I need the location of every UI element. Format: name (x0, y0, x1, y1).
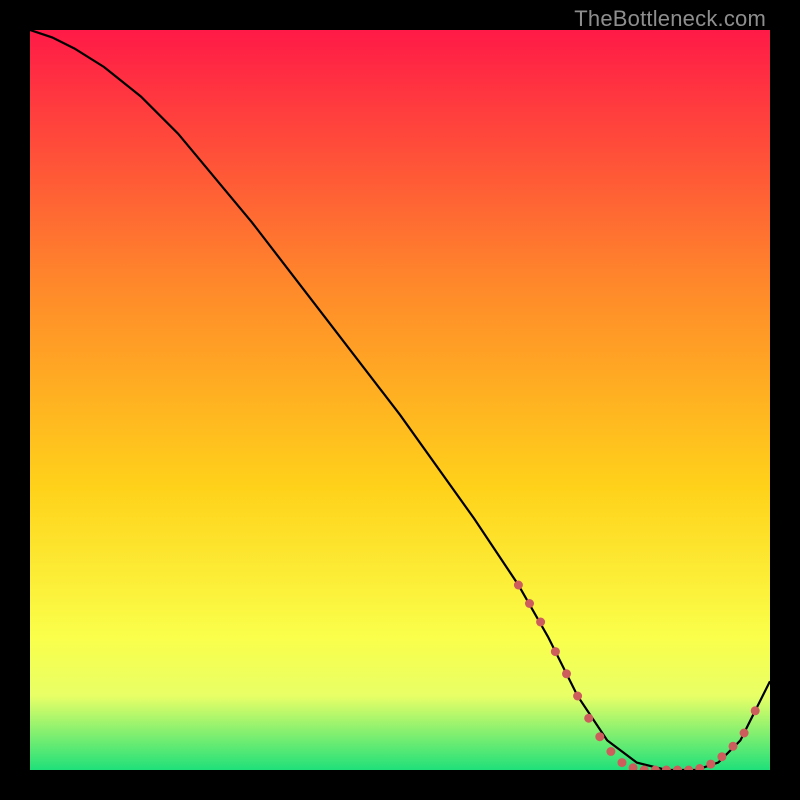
data-marker (573, 692, 582, 701)
chart-frame (30, 30, 770, 770)
data-marker (740, 729, 749, 738)
data-marker (562, 669, 571, 678)
data-marker (584, 714, 593, 723)
data-marker (729, 742, 738, 751)
gradient-background (30, 30, 770, 770)
bottleneck-chart (30, 30, 770, 770)
data-marker (525, 599, 534, 608)
data-marker (706, 760, 715, 769)
data-marker (751, 706, 760, 715)
data-marker (514, 581, 523, 590)
watermark-text: TheBottleneck.com (574, 6, 766, 32)
data-marker (606, 747, 615, 756)
data-marker (618, 758, 627, 767)
data-marker (551, 647, 560, 656)
data-marker (536, 618, 545, 627)
data-marker (717, 752, 726, 761)
data-marker (595, 732, 604, 741)
